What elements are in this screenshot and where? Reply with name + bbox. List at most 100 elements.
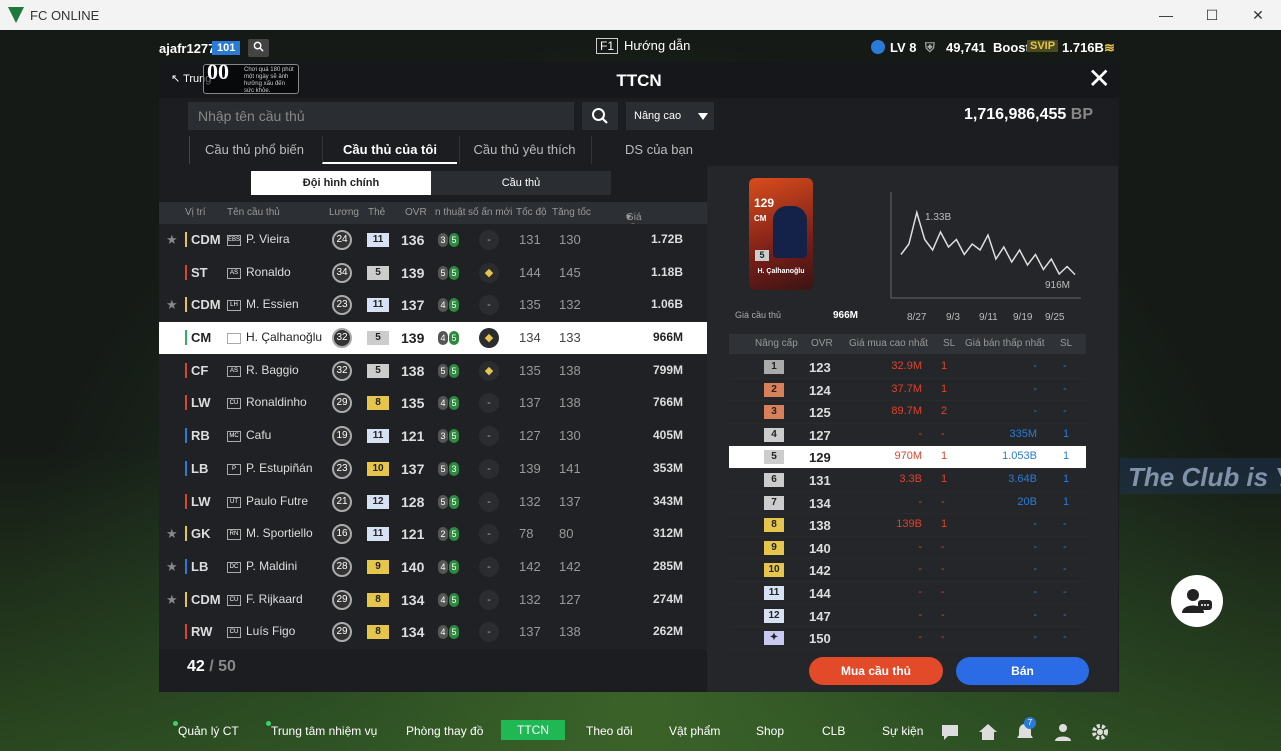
minimize-icon[interactable]: — [1143,0,1189,30]
table-row[interactable]: RW CU Luís Figo 29 8 134 4 5 - 137 138 262M [159,616,707,649]
player-name: F. Rijkaard [246,591,303,606]
nav-shop[interactable]: Shop [756,724,784,738]
upgrade-row[interactable]: 11 144 - - - - [729,582,1086,605]
chat-icon[interactable] [940,722,960,742]
favorite-star-icon[interactable]: ★ [166,559,178,575]
upgrade-row[interactable]: 4 127 - - 335M 1 [729,424,1086,447]
speed-value: 135 [519,362,541,378]
advanced-filter-dropdown[interactable]: Nâng cao [626,102,714,130]
grade-badge: 8 [367,592,389,607]
col-salary[interactable]: Lương [329,207,359,218]
table-row[interactable]: ★ CDM EBS P. Vieira 24 11 136 3 5 - 131 130 1.72B [159,224,707,257]
col-player-name[interactable]: Tên cầu thủ [227,207,280,218]
col-ovr[interactable]: OVR [405,207,427,218]
upgrade-level-badge: 2 [764,382,784,397]
player-search-input[interactable]: Nhập tên cầu thủ [188,102,574,130]
home-icon[interactable] [978,722,998,742]
col-grade[interactable]: Thẻ [368,207,385,218]
graph-date-label: 9/19 [1013,312,1033,323]
salary-badge: 23 [332,295,352,316]
subtab-main-squad[interactable]: Đội hình chính [251,171,431,195]
table-row[interactable]: ★ LB DC P. Maldini 28 9 140 4 5 - 142 142 285M [159,550,707,584]
player-name: H. Çalhanoğlu [246,330,323,345]
upgrade-level-badge: 11 [764,585,784,600]
subtab-players[interactable]: Cầu thủ [431,171,611,195]
skill-value: 5 [449,592,459,607]
tab-favorite-players[interactable]: Cầu thủ yêu thích [459,136,589,164]
sell-quantity: 1 [1063,472,1070,485]
ovr-value: 140 [401,558,425,575]
table-row[interactable]: ★ CDM LH M. Essien 23 11 137 4 5 - 135 132 1.06B [159,289,707,323]
nav-squad-management[interactable]: Quản lý CT [173,721,239,738]
table-row[interactable]: CF AS R. Baggio 32 5 138 5 5 ◆ 135 138 799M [159,354,707,388]
nav-items[interactable]: Vật phẩm [669,724,720,738]
upgrade-row[interactable]: 5 129 970M 1 1.053B 1 [729,446,1086,469]
favorite-star-icon[interactable]: ★ [166,297,178,313]
acceleration-value: 132 [559,297,581,313]
ovr-value: 134 [401,591,425,608]
col-hidden-stat[interactable]: số ấn mới [468,207,512,218]
table-row[interactable]: CM SP H. Çalhanoğlu 32 5 139 4 5 ◆ 134 133 966M [159,322,707,355]
table-row[interactable]: ST AS Ronaldo 34 5 139 5 5 ◆ 144 145 1.18B [159,256,707,290]
player-card[interactable]: 129 CM 5 H. Çalhanoğlu [749,178,813,290]
col-acceleration[interactable]: Tăng tốc [552,207,591,218]
price-value: 1.06B [650,297,683,312]
upgrade-row[interactable]: 2 124 37.7M 1 - - [729,379,1086,402]
profile-icon[interactable] [1053,722,1073,742]
gear-icon[interactable] [1090,722,1110,742]
nav-events[interactable]: Sự kiện [882,724,923,738]
tab-your-list[interactable]: DS của bạn [591,136,726,164]
favorite-star-icon[interactable]: ★ [166,592,178,608]
maximize-icon[interactable]: ☐ [1189,0,1235,30]
upgrade-row[interactable]: ✦ 150 - - - - [729,627,1086,650]
skill-value: 4 [438,396,448,411]
highest-buy-price: 89.7M [891,405,922,418]
favorite-star-icon[interactable]: ★ [166,232,178,248]
search-button[interactable] [582,102,618,130]
table-row[interactable]: ★ CDM CU F. Rijkaard 29 8 134 4 5 - 132 127 274M [159,583,707,617]
nav-locker-room[interactable]: Phòng thay đồ [406,724,483,738]
upgrade-row[interactable]: 7 134 - - 20B 1 [729,492,1086,515]
upgrade-row[interactable]: 8 138 139B 1 - - [729,514,1086,537]
favorite-star-icon[interactable]: ★ [166,526,178,542]
skill-value: 3 [438,233,448,247]
upgrade-row[interactable]: 12 147 - - - - [729,605,1086,628]
upgrade-level-badge: 3 [764,405,784,420]
highest-buy-price: - [918,427,922,440]
help-link[interactable]: F1 Hướng dẫn [596,38,690,54]
tab-my-players[interactable]: Cầu thủ của tôi [322,136,457,164]
col-skill[interactable]: n thuật [435,207,466,218]
skill-value: 5 [449,396,459,411]
upgrade-row[interactable]: 1 123 32.9M 1 - - [729,356,1086,379]
upgrade-table-header: Nâng cấp OVR Giá mua cao nhất SL Giá bán… [729,334,1086,354]
table-row[interactable]: LW CU Ronaldinho 29 8 135 4 5 - 137 138 766M [159,387,707,421]
nav-mission-center[interactable]: Trung tâm nhiệm vụ [266,721,377,738]
nav-club[interactable]: CLB [822,724,845,738]
col-speed[interactable]: Tốc độ [516,207,547,218]
buy-quantity: 1 [941,360,948,372]
table-row[interactable]: LB P P. Estupiñán 23 10 137 5 3 - 139 141 353M [159,452,707,486]
col-position[interactable]: Vị trí [185,207,206,218]
buy-player-button[interactable]: Mua cầu thủ [809,657,943,685]
nav-watchlist[interactable]: Theo dõi [586,724,633,738]
tab-popular-players[interactable]: Cầu thủ phổ biến [189,136,319,164]
table-row[interactable]: ★ GK RN M. Sportiello 16 11 121 2 5 - 78 80 312M [159,518,707,551]
upgrade-row[interactable]: 6 131 3.3B 1 3.64B 1 [729,469,1086,492]
upgrade-row[interactable]: 3 125 89.7M 2 - - [729,401,1086,424]
nav-ttcn[interactable]: TTCN [501,720,565,740]
support-chat-button[interactable] [1171,575,1223,627]
table-row[interactable]: LW UT Paulo Futre 21 12 128 5 5 - 132 137 343M [159,485,707,519]
upgrade-row[interactable]: 9 140 - - - - [729,537,1086,560]
col-upgrade-ovr: OVR [811,338,833,349]
buy-quantity: 1 [941,382,948,395]
position: CDM [185,232,221,247]
close-icon[interactable]: ✕ [1088,64,1111,94]
sell-button[interactable]: Bán [956,657,1089,685]
acceleration-value: 80 [559,526,574,542]
close-window-icon[interactable]: ✕ [1235,0,1281,30]
user-search-icon[interactable] [248,39,269,57]
notification-count: 7 [1024,717,1036,729]
table-row[interactable]: RB MC Cafu 19 11 121 3 5 - 127 130 405M [159,420,707,453]
speed-value: 131 [519,232,541,247]
upgrade-row[interactable]: 10 142 - - - - [729,559,1086,582]
